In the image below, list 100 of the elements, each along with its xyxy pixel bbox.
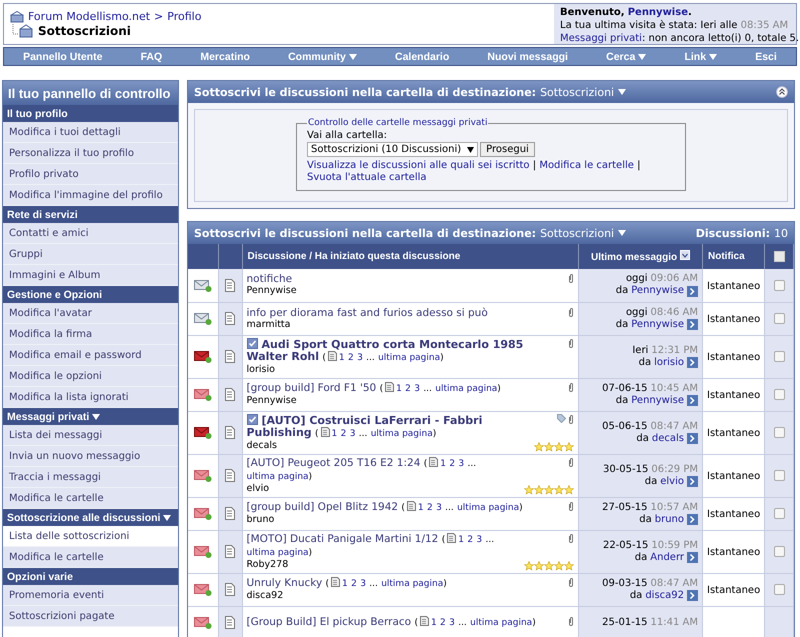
folder-select[interactable]: Sottoscrizioni (10 Discussioni) xyxy=(307,142,478,157)
last-poster-link[interactable]: elvio xyxy=(660,476,684,488)
last-poster-link[interactable]: lorisio xyxy=(654,356,684,368)
page-link[interactable]: 2 xyxy=(340,428,346,438)
sidebar-item[interactable]: Profilo privato xyxy=(3,164,178,185)
page-link[interactable]: 1 xyxy=(396,384,402,394)
column-header[interactable]: Notifica xyxy=(702,244,764,269)
page-link[interactable]: 1 xyxy=(338,352,345,362)
last-poster-link[interactable]: disca92 xyxy=(645,590,684,602)
column-header[interactable]: Ultimo messaggio xyxy=(578,244,702,269)
sidebar-item[interactable]: Invia un nuovo messaggio xyxy=(3,446,178,467)
thread-title-link[interactable]: Unruly Knucky ( 1 2 3 ... ultima pagina) xyxy=(246,577,447,590)
sort-icon[interactable] xyxy=(680,250,690,260)
page-link[interactable]: ultima pagina xyxy=(246,548,309,558)
folder-link[interactable]: Modifica le cartelle xyxy=(539,160,634,171)
forum-icon[interactable] xyxy=(10,10,24,22)
thread-checkbox[interactable] xyxy=(774,427,784,438)
sidebar-item[interactable]: Lista dei messaggi xyxy=(3,425,178,446)
page-link[interactable]: ultima pagina xyxy=(246,472,309,482)
sidebar-section-header[interactable]: Il tuo profilo xyxy=(3,105,178,122)
folder-link[interactable]: Svuota l'attuale cartella xyxy=(307,172,427,183)
thread-title-link[interactable]: [AUTO] Costruisci LaFerrari - Fabbri Publishing ( 1 2 3 ... ultima pagina) xyxy=(246,414,530,440)
page-link[interactable]: 2 xyxy=(449,458,456,468)
thread-author[interactable]: disca92 xyxy=(246,590,447,602)
go-to-post-icon[interactable] xyxy=(687,552,698,563)
page-link[interactable]: 1 xyxy=(458,534,464,544)
thread-author[interactable]: decals xyxy=(246,440,530,452)
thread-author[interactable]: bruno xyxy=(246,514,523,526)
thread-checkbox[interactable] xyxy=(774,280,784,291)
page-link[interactable]: 3 xyxy=(357,352,363,362)
page-link[interactable]: 2 xyxy=(467,534,474,544)
sidebar-item[interactable]: Modifica l'avatar xyxy=(3,303,178,324)
thread-checkbox[interactable] xyxy=(774,508,784,519)
sidebar-section-header[interactable]: Opzioni varie xyxy=(3,568,178,585)
go-to-post-icon[interactable] xyxy=(687,590,698,601)
page-link[interactable]: 3 xyxy=(436,503,442,513)
thread-checkbox[interactable] xyxy=(774,546,784,557)
thread-author[interactable]: Roby278 xyxy=(246,558,520,570)
go-to-post-icon[interactable] xyxy=(687,357,698,368)
page-link[interactable]: 2 xyxy=(348,352,354,362)
sidebar-item[interactable]: Modifica le opzioni xyxy=(3,366,178,387)
sidebar-section-header[interactable]: Rete di servizi xyxy=(3,206,178,223)
page-link[interactable]: ultima pagina xyxy=(470,618,532,628)
sidebar-item[interactable]: Immagini e Album xyxy=(3,265,178,286)
collapse-icon[interactable] xyxy=(776,86,788,98)
sidebar-item[interactable]: Promemoria eventi xyxy=(3,585,178,606)
thread-author[interactable]: Pennywise xyxy=(246,285,297,298)
last-poster-link[interactable]: bruno xyxy=(654,514,684,526)
thread-checkbox[interactable] xyxy=(774,313,784,324)
go-to-post-icon[interactable] xyxy=(687,286,698,297)
page-link[interactable]: ultima pagina xyxy=(457,503,520,513)
page-link[interactable]: 3 xyxy=(414,384,420,394)
last-poster-link[interactable]: Pennywise xyxy=(631,318,684,330)
go-to-post-icon[interactable] xyxy=(687,395,698,406)
go-to-post-icon[interactable] xyxy=(687,476,698,487)
page-link[interactable]: ultima pagina xyxy=(435,384,498,394)
page-link[interactable]: 2 xyxy=(440,618,446,628)
sidebar-section-header[interactable]: Sottoscrizione alle discussioni xyxy=(3,509,178,526)
page-link[interactable]: ultima pagina xyxy=(370,428,433,438)
sidebar-item[interactable]: Modifica le cartelle xyxy=(3,488,178,509)
thread-title-link[interactable]: notifiche xyxy=(246,273,297,286)
go-to-post-icon[interactable] xyxy=(687,433,698,444)
page-link[interactable]: 3 xyxy=(476,534,482,544)
sidebar-item[interactable]: Modifica la firma xyxy=(3,324,178,345)
sidebar-item[interactable]: Modifica la lista ignorati xyxy=(3,387,178,408)
sidebar-item[interactable]: Personalizza il tuo profilo xyxy=(3,143,178,164)
sidebar-item[interactable]: Gruppi xyxy=(3,244,178,265)
thread-author[interactable]: lorisio xyxy=(246,364,564,376)
thread-title-link[interactable]: info per diorama fast and furios adesso si può xyxy=(246,306,488,318)
sidebar-item[interactable]: Modifica i tuoi dettagli xyxy=(3,122,178,143)
thread-title-link[interactable]: [group build] Ford F1 '50 ( 1 2 3 ... ultima pagina) xyxy=(246,382,501,395)
continue-button[interactable]: Prosegui xyxy=(480,142,535,157)
thread-title-link[interactable]: Audi Sport Quattro corta Montecarlo 1985 Walter Rohl ( 1 2 3 ... ultima pagina) xyxy=(246,338,564,364)
thread-author[interactable]: elvio xyxy=(246,482,520,494)
column-header[interactable]: Discussione / Ha iniziato questa discussione xyxy=(242,244,578,269)
thread-title-link[interactable]: [AUTO] Peugeot 205 T16 E2 1:24 ( 1 2 3 ... ultima pagina) xyxy=(246,456,520,482)
thread-checkbox[interactable] xyxy=(774,389,784,400)
sidebar-item[interactable]: Traccia i messaggi xyxy=(3,467,178,488)
sidebar-section-header[interactable]: Gestione e Opzioni xyxy=(3,286,178,303)
thread-author[interactable]: Pennywise xyxy=(246,395,501,407)
folder-menu[interactable]: Sottoscrizioni xyxy=(540,226,614,240)
thread-checkbox[interactable] xyxy=(774,470,784,481)
folder-menu[interactable]: Sottoscrizioni xyxy=(540,86,614,98)
page-link[interactable]: 1 xyxy=(332,428,338,438)
thread-checkbox[interactable] xyxy=(774,351,784,362)
last-poster-link[interactable]: Pennywise xyxy=(631,285,684,298)
page-link[interactable]: 3 xyxy=(360,579,366,589)
page-link[interactable]: 3 xyxy=(458,458,464,468)
page-link[interactable]: ultima pagina xyxy=(381,579,444,589)
thread-title-link[interactable]: [MOTO] Ducati Panigale Martini 1/12 ( 1 2 3 ... ultima pagina) xyxy=(246,532,520,558)
page-link[interactable]: 1 xyxy=(440,458,446,468)
page-link[interactable]: 2 xyxy=(405,384,411,394)
sidebar-item[interactable]: Sottoscrizioni pagate xyxy=(3,606,178,627)
go-to-post-icon[interactable] xyxy=(687,514,698,525)
sidebar-item[interactable]: Modifica email e password xyxy=(3,345,178,366)
page-link[interactable]: 3 xyxy=(350,428,356,438)
page-link[interactable]: 1 xyxy=(342,579,348,589)
sidebar-item[interactable]: Modifica l'immagine del profilo xyxy=(3,185,178,206)
page-link[interactable]: 1 xyxy=(430,618,437,628)
go-to-post-icon[interactable] xyxy=(687,319,698,330)
